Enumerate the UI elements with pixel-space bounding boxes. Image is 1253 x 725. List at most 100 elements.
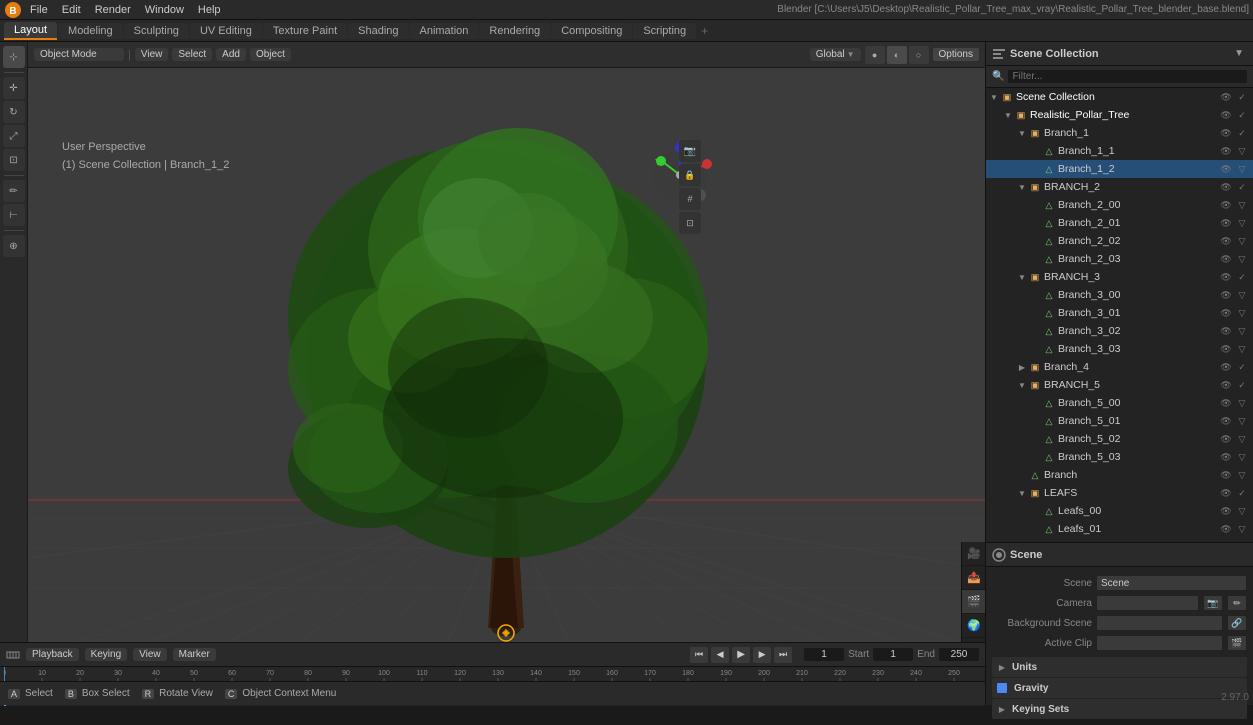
add-workspace-btn[interactable]: + [701,24,708,38]
annotate-tool-icon[interactable]: ✏ [3,180,25,202]
tree-arrow[interactable] [1016,127,1028,139]
render-visibility-icon[interactable]: ▽ [1235,234,1249,248]
global-local-btn[interactable]: Global ▼ [810,48,861,61]
visibility-icon[interactable]: 👁 [1219,504,1233,518]
visibility-icon[interactable]: 👁 [1219,522,1233,536]
outliner-item[interactable]: ▣ BRANCH_2 👁 ✓ [986,178,1253,196]
render-visibility-icon[interactable]: ▽ [1235,324,1249,338]
visibility-icon[interactable]: 👁 [1219,270,1233,284]
tab-shading[interactable]: Shading [348,23,408,39]
tree-arrow[interactable] [1030,163,1042,175]
current-frame-input[interactable]: 1 [804,648,844,661]
render-visibility-icon[interactable]: ▽ [1235,522,1249,536]
visibility-icon[interactable]: 👁 [1219,360,1233,374]
tree-arrow[interactable] [1016,181,1028,193]
visibility-icon[interactable]: 👁 [1219,162,1233,176]
render-visibility-icon[interactable]: ▽ [1235,396,1249,410]
scale-tool-icon[interactable]: ⤢ [3,125,25,147]
tree-arrow[interactable] [1016,361,1028,373]
view-menu-btn[interactable]: View [135,48,169,61]
viewport-lock-icon[interactable]: 🔒 [679,164,701,186]
outliner-scene-collection[interactable]: ▣ Scene Collection 👁 ✓ [986,88,1253,106]
tree-arrow[interactable] [1030,199,1042,211]
outliner-root[interactable]: ▣ Realistic_Pollar_Tree 👁 ✓ [986,106,1253,124]
scene-value[interactable]: Scene [1096,575,1247,591]
visibility-icon[interactable]: 👁 [1219,414,1233,428]
tab-uv-editing[interactable]: UV Editing [190,23,262,39]
add-menu-btn[interactable]: Add [216,48,246,61]
outliner-item[interactable]: △ Branch_1_1 👁 ▽ [986,142,1253,160]
tree-arrow[interactable] [1030,289,1042,301]
active-clip-value[interactable] [1096,635,1223,651]
render-visibility-icon[interactable]: ▽ [1235,144,1249,158]
visibility-icon[interactable]: 👁 [1219,90,1233,104]
tree-arrow[interactable] [1030,523,1042,535]
render-visibility-icon[interactable]: ▽ [1235,198,1249,212]
render-visibility-icon[interactable]: ▽ [1235,468,1249,482]
outliner-item[interactable]: △ Branch_3_00 👁 ▽ [986,286,1253,304]
outliner-item[interactable]: ▣ Branch_4 👁 ✓ [986,358,1253,376]
tab-compositing[interactable]: Compositing [551,23,632,39]
prop-tab-output[interactable]: 📤 [962,566,986,590]
gravity-checkbox[interactable] [996,682,1008,694]
tab-texture-paint[interactable]: Texture Paint [263,23,347,39]
render-visibility-icon[interactable]: ▽ [1235,450,1249,464]
menu-edit[interactable]: Edit [56,3,87,17]
render-visibility-icon[interactable]: ▽ [1235,216,1249,230]
render-visibility-icon[interactable]: ▽ [1235,288,1249,302]
tree-arrow[interactable] [1030,235,1042,247]
jump-start-btn[interactable]: ⏮ [690,647,708,663]
render-visibility-icon[interactable]: ▽ [1235,414,1249,428]
outliner-search-bar[interactable]: 🔍 [986,66,1253,88]
exclude-icon[interactable]: ✓ [1235,180,1249,194]
active-clip-icon[interactable]: 🎬 [1227,635,1247,651]
outliner-item[interactable]: △ Branch_2_02 👁 ▽ [986,232,1253,250]
timeline-keying-btn[interactable]: Keying [85,648,128,661]
play-btn[interactable]: ▶ [732,647,750,663]
render-visibility-icon[interactable]: ▽ [1235,252,1249,266]
exclude-icon[interactable]: ✓ [1235,360,1249,374]
outliner-item[interactable]: △ Leafs_00 👁 ▽ [986,502,1253,520]
tree-arrow[interactable] [1030,415,1042,427]
start-frame-input[interactable]: 1 [873,648,913,661]
tree-arrow[interactable] [1030,451,1042,463]
tree-arrow[interactable] [1030,325,1042,337]
tree-arrow[interactable] [1030,505,1042,517]
outliner-item[interactable]: △ Branch_3_03 👁 ▽ [986,340,1253,358]
camera-edit-icon[interactable]: ✏ [1227,595,1247,611]
visibility-icon[interactable]: 👁 [1219,342,1233,356]
tree-arrow[interactable] [1030,343,1042,355]
render-visibility-icon[interactable]: ▽ [1235,504,1249,518]
tab-sculpting[interactable]: Sculpting [124,23,189,39]
prev-frame-btn[interactable]: ◀ [711,647,729,663]
select-tool-icon[interactable]: ⊹ [3,46,25,68]
viewport-grid-icon[interactable]: # [679,188,701,210]
viewport-shading-rendered-btn[interactable]: ○ [909,46,929,64]
viewport-snap-icon[interactable]: ⊡ [679,212,701,234]
tree-arrow[interactable] [1030,397,1042,409]
outliner-item[interactable]: ▣ BRANCH_5 👁 ✓ [986,376,1253,394]
bg-scene-value[interactable] [1096,615,1223,631]
outliner-item[interactable]: △ Branch_1_2 👁 ▽ [986,160,1253,178]
visibility-icon[interactable]: 👁 [1219,198,1233,212]
prop-tab-world[interactable]: 🌍 [962,614,986,638]
bg-scene-browse-icon[interactable]: 🔗 [1227,615,1247,631]
object-menu-btn[interactable]: Object [250,48,291,61]
tree-arrow[interactable] [1030,307,1042,319]
jump-end-btn[interactable]: ⏭ [774,647,792,663]
measure-tool-icon[interactable]: ⊢ [3,204,25,226]
outliner-item[interactable]: △ Branch_2_03 👁 ▽ [986,250,1253,268]
object-mode-btn[interactable]: Object Mode [34,48,124,61]
outliner-item[interactable]: ▣ BRANCH_3 👁 ✓ [986,268,1253,286]
outliner-item[interactable]: △ Branch_5_01 👁 ▽ [986,412,1253,430]
outliner-item[interactable]: △ Branch_5_02 👁 ▽ [986,430,1253,448]
visibility-icon[interactable]: 👁 [1219,144,1233,158]
visibility-icon[interactable]: 👁 [1219,234,1233,248]
exclude-icon[interactable]: ✓ [1235,486,1249,500]
gravity-section[interactable]: Gravity [992,678,1247,698]
timeline-view-btn[interactable]: View [133,648,167,661]
tree-arrow[interactable] [1016,469,1028,481]
outliner-item[interactable]: △ Branch_5_00 👁 ▽ [986,394,1253,412]
units-arrow[interactable] [996,661,1008,673]
exclude-icon[interactable]: ✓ [1235,126,1249,140]
